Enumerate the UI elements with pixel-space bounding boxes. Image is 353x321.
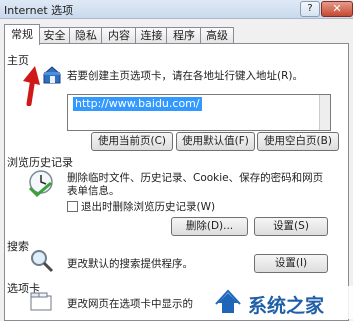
tab-connections[interactable]: 连接 [135, 27, 168, 44]
watermark-text: 系统之家 [248, 295, 325, 317]
tab-programs[interactable]: 程序 [166, 27, 202, 44]
history-settings-button[interactable]: 设置(S) [254, 217, 328, 236]
tab-advanced[interactable]: 高级 [200, 27, 234, 44]
magnifier-icon [31, 250, 54, 273]
window-title: Internet 选项 [4, 4, 74, 17]
close-button[interactable]: ✕ [321, 1, 353, 17]
home-page-icon [43, 66, 61, 84]
home-url-textarea[interactable]: http://www.baidu.com/ [67, 94, 331, 131]
use-default-button[interactable]: 使用默认值(F) [176, 132, 255, 151]
delete-history-button[interactable]: 删除(D)... [171, 217, 248, 236]
delete-on-exit-label: 退出时删除浏览历史记录(W) [81, 201, 216, 213]
search-description: 更改默认的搜索提供程序。 [67, 258, 193, 270]
tab-general[interactable]: 常规 [4, 24, 40, 45]
use-blank-button[interactable]: 使用空白页(B) [257, 132, 339, 151]
history-clock-icon [28, 170, 53, 198]
history-description-line2: 表单信息。 [67, 185, 120, 197]
tabs-icon [30, 292, 52, 311]
home-url-value: http://www.baidu.com/ [73, 97, 202, 111]
home-instruction: 若要创建主页选项卡，请在各地址行键入地址(R)。 [67, 70, 303, 82]
tab-content[interactable]: 内容 [101, 27, 137, 44]
tab-privacy[interactable]: 隐私 [69, 27, 103, 44]
url-scrollbar[interactable] [319, 95, 330, 130]
general-panel: 主页 若要创建主页选项卡，请在各地址行键入地址(R)。 http://www.b… [4, 43, 349, 321]
watermark-logo-icon [215, 289, 241, 313]
delete-on-exit-checkbox[interactable] [67, 201, 78, 212]
search-section-label: 搜索 [7, 240, 29, 253]
site-watermark: 系统之家 [212, 286, 353, 319]
tabs-description: 更改网页在选项卡中显示的 [67, 298, 193, 310]
title-bar: Internet 选项 ? ✕ [0, 0, 353, 19]
search-settings-button[interactable]: 设置(I) [254, 254, 328, 273]
use-current-button[interactable]: 使用当前页(C) [91, 132, 173, 151]
help-button[interactable]: ? [300, 1, 320, 17]
tab-security[interactable]: 安全 [38, 27, 71, 44]
